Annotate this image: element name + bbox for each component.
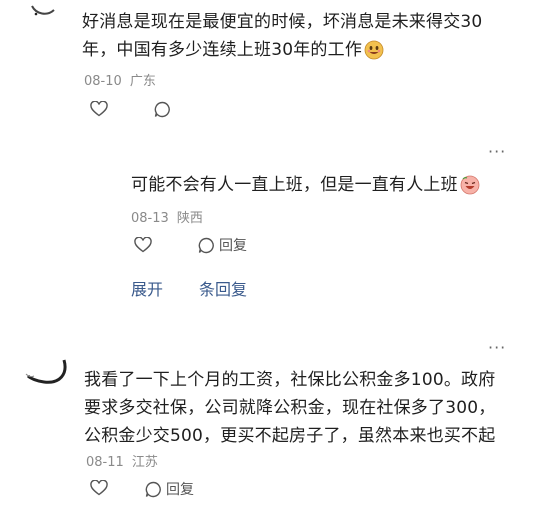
comment-bubble-icon — [145, 481, 161, 497]
reply-label: 回复 — [219, 238, 247, 254]
reply-label: 回复 — [166, 482, 194, 498]
comment-date: 08-10 — [84, 74, 122, 89]
avatar[interactable] — [24, 352, 68, 396]
like-button[interactable] — [90, 480, 108, 496]
reply-text: 可能不会有人一直上班，但是一直有人上班 — [131, 171, 480, 199]
expand-replies-link[interactable]: 展开 条回复 — [131, 276, 247, 300]
reply-button[interactable]: 回复 — [145, 479, 194, 499]
laughing-face-emoji — [460, 175, 480, 195]
more-options-button[interactable]: ··· — [488, 338, 506, 357]
reply-like-button[interactable] — [134, 237, 152, 253]
reply-date: 08-13 — [131, 211, 169, 226]
avatar[interactable] — [22, 0, 62, 24]
beaming-face-emoji — [364, 40, 384, 60]
like-button[interactable] — [90, 101, 108, 117]
more-options-button[interactable]: ··· — [488, 142, 506, 161]
comment-meta: 08-10 广东 — [84, 70, 156, 89]
heart-icon — [90, 101, 108, 117]
comment-text: 我看了一下上个月的工资，社保比公积金多100。政府 要求多交社保，公司就降公积金… — [84, 370, 496, 446]
heart-icon — [90, 480, 108, 496]
comment-bubble-icon — [198, 237, 214, 253]
heart-icon — [134, 237, 152, 253]
comment-location: 江苏 — [131, 455, 158, 470]
comment-location: 广东 — [129, 74, 156, 89]
comment-bubble-icon — [154, 101, 170, 118]
comment-meta: 08-11 江苏 — [86, 451, 158, 470]
comment-date: 08-11 — [86, 455, 124, 470]
comment-text: 好消息是现在是最便宜的时候，坏消息是未来得交30 年，中国有多少连续上班30年的… — [82, 12, 483, 60]
reply-reply-button[interactable]: 回复 — [198, 235, 247, 255]
reply-location: 陕西 — [176, 211, 203, 226]
reply-icon-button[interactable] — [154, 101, 171, 118]
reply-meta: 08-13 陕西 — [131, 207, 203, 226]
